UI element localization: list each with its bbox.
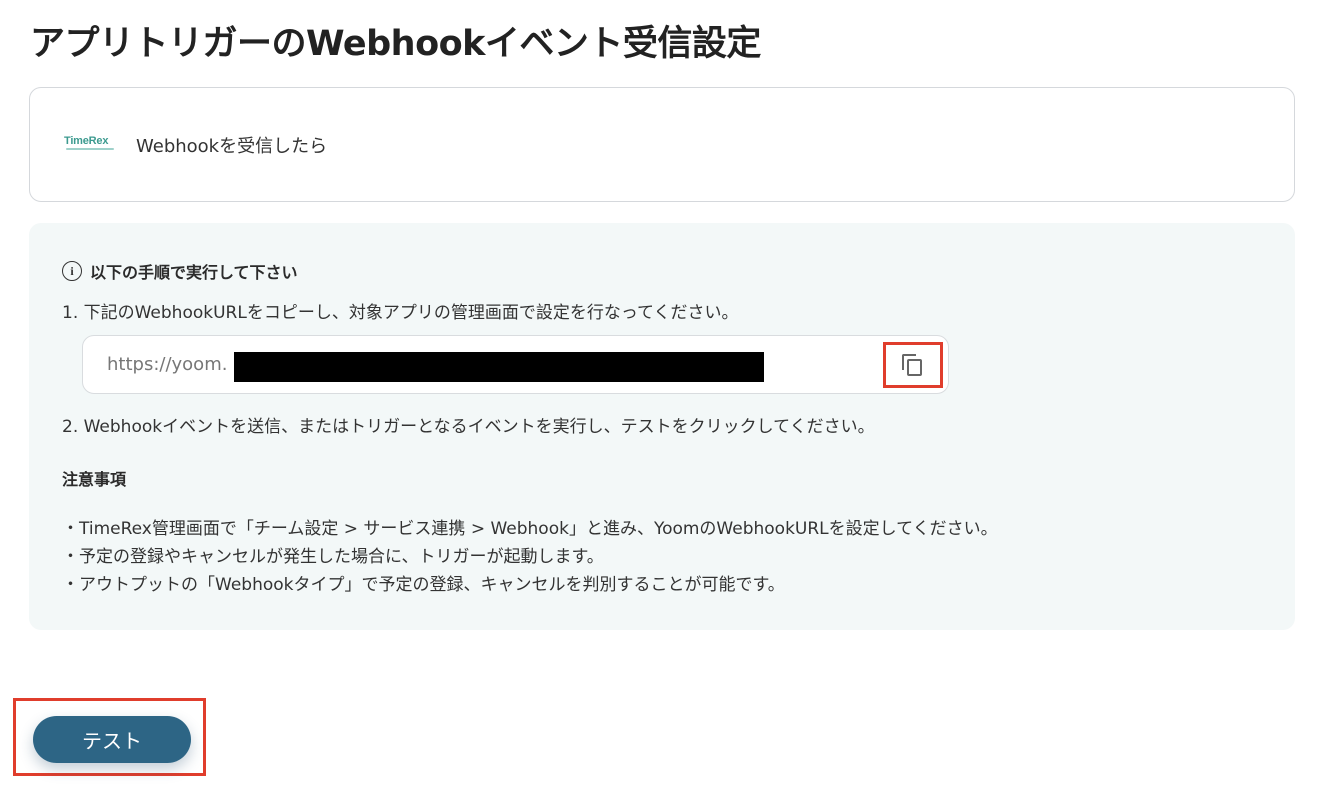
webhook-url-field[interactable]: https://yoom.: [82, 335, 949, 394]
logo-underline: [66, 148, 114, 150]
page-title: アプリトリガーのWebhookイベント受信設定: [30, 24, 761, 64]
test-button[interactable]: テスト: [33, 716, 191, 763]
notes-list: ・TimeRex管理画面で「チーム設定 > サービス連携 > Webhook」と…: [62, 515, 998, 599]
copy-url-button[interactable]: [883, 342, 943, 388]
step-1-text: 1. 下記のWebhookURLをコピーし、対象アプリの管理画面で設定を行なって…: [62, 303, 739, 323]
list-item: ・予定の登録やキャンセルが発生した場合に、トリガーが起動します。: [62, 547, 604, 567]
webhook-url-text[interactable]: https://yoom.: [107, 354, 227, 375]
instructions-heading: i 以下の手順で実行して下さい: [62, 259, 298, 283]
timerex-logo: TimeRex: [64, 135, 118, 153]
redacted-url-block: [234, 352, 764, 382]
list-item: ・TimeRex管理画面で「チーム設定 > サービス連携 > Webhook」と…: [62, 519, 998, 539]
notes-heading: 注意事項: [62, 470, 127, 489]
trigger-label: Webhookを受信したら: [136, 136, 328, 157]
trigger-card: TimeRex Webhookを受信したら: [29, 87, 1295, 202]
info-icon: i: [62, 261, 82, 281]
copy-icon: [902, 354, 924, 376]
instructions-heading-text: 以下の手順で実行して下さい: [90, 263, 298, 282]
list-item: ・アウトプットの「Webhookタイプ」で予定の登録、キャンセルを判別することが…: [62, 575, 785, 595]
test-button-highlight: テスト: [13, 698, 206, 776]
logo-text: TimeRex: [64, 135, 109, 147]
instructions-panel: i 以下の手順で実行して下さい 1. 下記のWebhookURLをコピーし、対象…: [29, 223, 1295, 630]
step-2-text: 2. Webhookイベントを送信、またはトリガーとなるイベントを実行し、テスト…: [62, 417, 875, 437]
